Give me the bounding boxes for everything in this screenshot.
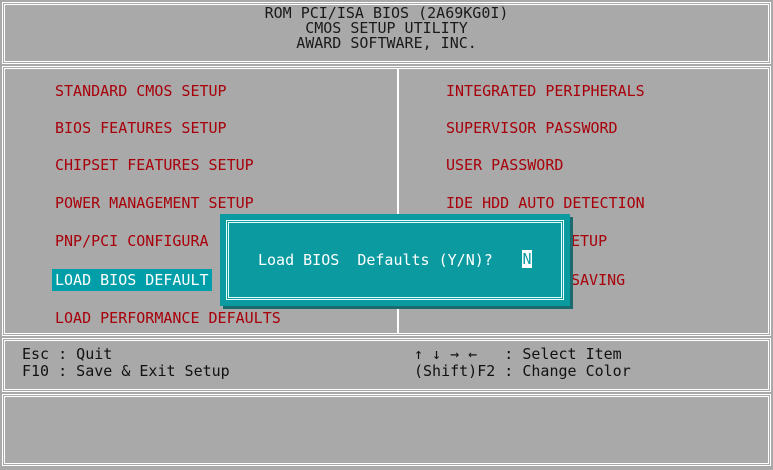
menu-item-chipset-features-setup[interactable]: CHIPSET FEATURES SETUP	[52, 154, 257, 176]
menu-item-save-exit-setup[interactable]: ETUP	[568, 230, 610, 252]
load-defaults-dialog: Load BIOS Defaults (Y/N)? N	[220, 214, 570, 306]
menu-item-exit-without-saving[interactable]: SAVING	[568, 269, 628, 291]
help-f10-save-exit: F10 : Save & Exit Setup	[22, 362, 230, 380]
menu-item-bios-features-setup[interactable]: BIOS FEATURES SETUP	[52, 117, 230, 139]
help-esc-quit: Esc : Quit	[22, 345, 113, 363]
help-change-color: (Shift)F2 : Change Color	[414, 362, 631, 380]
menu-item-integrated-peripherals[interactable]: INTEGRATED PERIPHERALS	[443, 80, 648, 102]
menu-item-supervisor-password[interactable]: SUPERVISOR PASSWORD	[443, 117, 621, 139]
status-panel	[2, 394, 771, 466]
menu-item-ide-hdd-auto-detection[interactable]: IDE HDD AUTO DETECTION	[443, 192, 648, 214]
help-select-item: ↑ ↓ → ← : Select Item	[414, 345, 622, 363]
menu-item-load-bios-defaults[interactable]: LOAD BIOS DEFAULT	[52, 269, 212, 291]
vendor-title: AWARD SOFTWARE, INC.	[296, 34, 477, 52]
menu-item-pnp-pci-configuration[interactable]: PNP/PCI CONFIGURA	[52, 230, 212, 252]
menu-item-power-management-setup[interactable]: POWER MANAGEMENT SETUP	[52, 192, 257, 214]
menu-item-user-password[interactable]: USER PASSWORD	[443, 154, 566, 176]
dialog-prompt: Load BIOS Defaults (Y/N)?	[258, 251, 493, 269]
menu-item-standard-cmos-setup[interactable]: STANDARD CMOS SETUP	[52, 80, 230, 102]
bios-setup-screen: ROM PCI/ISA BIOS (2A69KG0I) CMOS SETUP U…	[0, 0, 773, 470]
menu-item-load-performance-defaults[interactable]: LOAD PERFORMANCE DEFAULTS	[52, 307, 284, 329]
dialog-answer-input[interactable]: N	[522, 250, 532, 268]
